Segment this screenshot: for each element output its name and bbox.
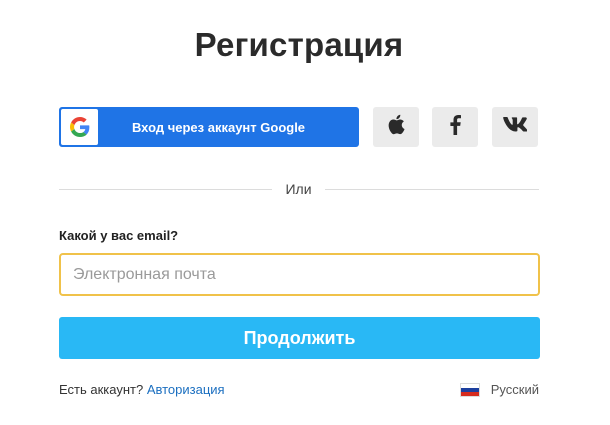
vk-icon	[503, 117, 528, 137]
divider-line-right	[325, 189, 539, 190]
russian-flag-icon	[459, 382, 480, 397]
facebook-login-button[interactable]	[432, 107, 478, 147]
divider-text: Или	[285, 181, 312, 197]
vk-login-button[interactable]	[492, 107, 538, 147]
apple-icon	[387, 114, 405, 140]
apple-login-button[interactable]	[373, 107, 419, 147]
facebook-icon	[449, 114, 461, 140]
email-label: Какой у вас email?	[59, 228, 179, 243]
language-label: Русский	[490, 382, 539, 397]
google-login-label: Вход через аккаунт Google	[131, 119, 306, 135]
continue-button[interactable]: Продолжить	[59, 317, 540, 359]
google-login-button[interactable]: Вход через аккаунт Google	[59, 107, 359, 147]
page-title: Регистрация	[194, 26, 404, 63]
email-field[interactable]	[59, 253, 540, 296]
account-text: Есть аккаунт?	[59, 382, 144, 397]
google-icon	[61, 109, 98, 145]
language-selector[interactable]: Русский	[459, 382, 539, 397]
login-link[interactable]: Авторизация	[147, 382, 225, 397]
divider-line-left	[59, 189, 272, 190]
account-prompt: Есть аккаунт? Авторизация	[59, 382, 225, 397]
